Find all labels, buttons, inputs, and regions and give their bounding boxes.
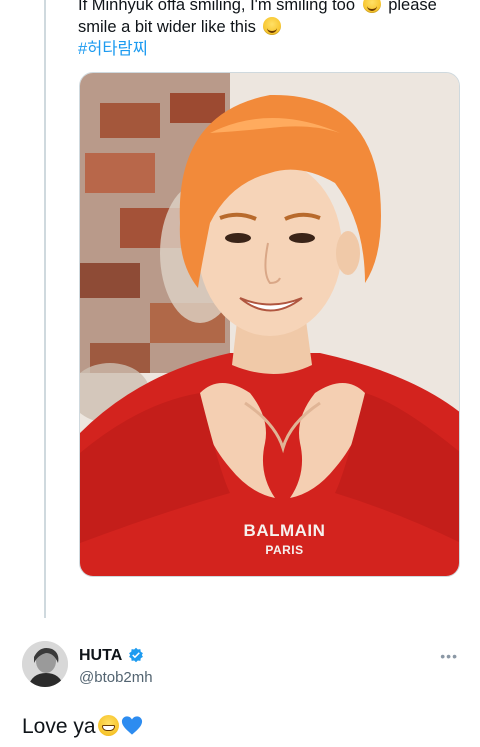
grinning-face-icon (97, 715, 119, 736)
hashtag-link[interactable]: #허타람찌 (78, 38, 463, 60)
verified-badge-icon (129, 647, 143, 663)
tweet-text: If Minhyuk offa smiling, I'm smiling too… (78, 0, 463, 60)
tweet-thread: If Minhyuk offa smiling, I'm smiling too… (0, 0, 480, 747)
more-options-icon[interactable]: ••• (440, 648, 458, 664)
smiling-face-icon (362, 0, 381, 13)
reply-text-body: Love ya (22, 715, 96, 738)
author-name[interactable]: HUTA (79, 647, 122, 665)
reply-text: Love ya (22, 715, 143, 739)
avatar-image (22, 641, 68, 687)
author-handle[interactable]: @btob2mh (79, 669, 153, 686)
tweet-text-line-1a: If Minhyuk offa smiling, I'm smiling too (78, 0, 356, 14)
tweet-text-line-1b: please (388, 0, 437, 14)
smiling-face-icon (263, 17, 282, 35)
blue-heart-icon (121, 716, 142, 735)
tweet-photo[interactable]: BALMAIN PARIS (79, 72, 460, 577)
avatar[interactable] (22, 641, 68, 687)
sweater-brand-subtext: PARIS (265, 543, 304, 557)
sweater-brand-text: BALMAIN (243, 521, 326, 540)
photo-illustration (80, 73, 459, 576)
thread-connector-line (44, 0, 46, 618)
tweet-text-line-2: smile a bit wider like this (78, 18, 256, 36)
